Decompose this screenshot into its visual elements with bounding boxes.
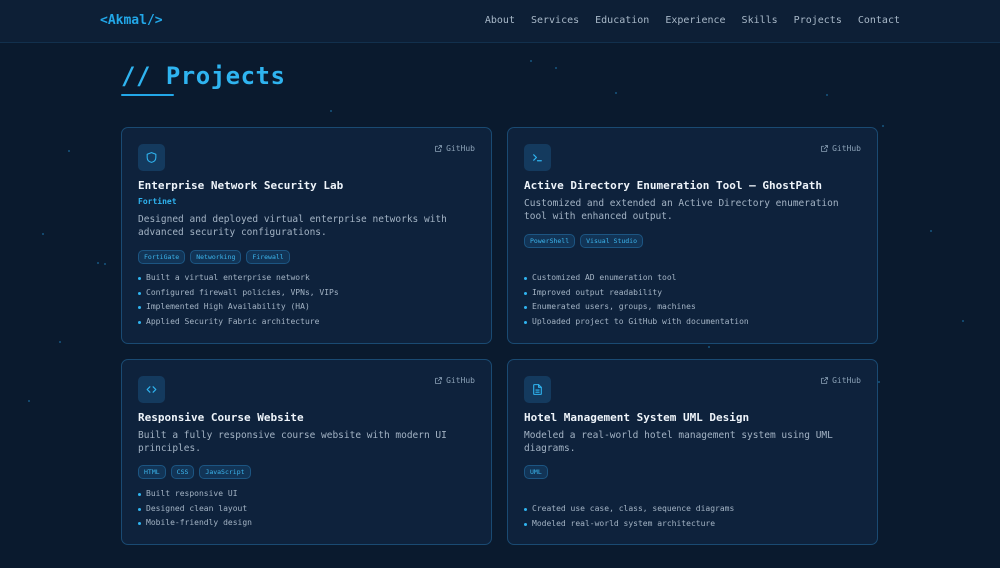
- list-item: Configured firewall policies, VPNs, VIPs: [138, 286, 339, 301]
- external-link-icon: [435, 377, 443, 384]
- nav-link-education[interactable]: Education: [595, 15, 649, 26]
- list-item: Mobile-friendly design: [138, 516, 252, 531]
- tag-list: FortiGate Networking Firewall: [138, 250, 290, 264]
- github-link[interactable]: GitHub: [434, 144, 475, 153]
- project-card: GitHub Responsive Course Website Built a…: [121, 359, 492, 545]
- list-item: Designed clean layout: [138, 502, 252, 517]
- tag: Networking: [190, 250, 242, 264]
- project-description: Designed and deployed virtual enterprise…: [138, 214, 447, 238]
- tag: FortiGate: [138, 250, 186, 264]
- github-label: GitHub: [832, 144, 861, 153]
- list-item: Applied Security Fabric architecture: [138, 315, 339, 330]
- tag: JavaScript: [199, 465, 251, 479]
- external-link-icon: [821, 145, 829, 152]
- list-item: Enumerated users, groups, machines: [524, 300, 749, 315]
- external-link-icon: [435, 145, 443, 152]
- project-card: GitHub Active Directory Enumeration Tool…: [507, 127, 878, 344]
- list-item: Customized AD enumeration tool: [524, 271, 749, 286]
- project-description: Modeled a real-world hotel management sy…: [524, 430, 833, 454]
- navbar: <Akmal/> About Services Education Experi…: [0, 0, 1000, 43]
- nav-links: About Services Education Experience Skil…: [485, 15, 900, 26]
- list-item: Built a virtual enterprise network: [138, 271, 339, 286]
- list-item: Uploaded project to GitHub with document…: [524, 315, 749, 330]
- nav-link-experience[interactable]: Experience: [665, 15, 725, 26]
- bullet-list: Created use case, class, sequence diagra…: [524, 502, 734, 531]
- bullet-list: Customized AD enumeration tool Improved …: [524, 271, 749, 329]
- logo[interactable]: <Akmal/>: [100, 13, 163, 28]
- nav-link-about[interactable]: About: [485, 15, 515, 26]
- project-title: Active Directory Enumeration Tool – Ghos…: [524, 179, 823, 192]
- github-link[interactable]: GitHub: [820, 144, 861, 153]
- project-title: Responsive Course Website: [138, 411, 304, 424]
- project-description: Built a fully responsive course website …: [138, 430, 447, 454]
- tag-list: HTML CSS JavaScript: [138, 465, 251, 479]
- nav-link-skills[interactable]: Skills: [742, 15, 778, 26]
- list-item: Built responsive UI: [138, 487, 252, 502]
- project-org: Fortinet: [138, 197, 177, 206]
- github-label: GitHub: [446, 376, 475, 385]
- tag: Visual Studio: [580, 234, 644, 248]
- nav-link-projects[interactable]: Projects: [794, 15, 842, 26]
- section-title: // Projects: [121, 62, 286, 90]
- shield-icon: [138, 144, 165, 171]
- bullet-list: Built responsive UI Designed clean layou…: [138, 487, 252, 531]
- bullet-list: Built a virtual enterprise network Confi…: [138, 271, 339, 329]
- project-title: Enterprise Network Security Lab: [138, 179, 344, 192]
- project-card: GitHub Enterprise Network Security Lab F…: [121, 127, 492, 344]
- external-link-icon: [821, 377, 829, 384]
- project-title: Hotel Management System UML Design: [524, 411, 750, 424]
- project-card: GitHub Hotel Management System UML Desig…: [507, 359, 878, 545]
- github-label: GitHub: [446, 144, 475, 153]
- tag: CSS: [170, 465, 195, 479]
- github-link[interactable]: GitHub: [820, 376, 861, 385]
- list-item: Modeled real-world system architecture: [524, 517, 734, 532]
- tag: HTML: [138, 465, 166, 479]
- list-item: Created use case, class, sequence diagra…: [524, 502, 734, 517]
- tag: PowerShell: [524, 234, 576, 248]
- list-item: Improved output readability: [524, 286, 749, 301]
- tag: UML: [524, 465, 548, 479]
- github-label: GitHub: [832, 376, 861, 385]
- tag-list: UML: [524, 465, 548, 479]
- tag-list: PowerShell Visual Studio: [524, 234, 644, 248]
- project-description: Customized and extended an Active Direct…: [524, 198, 839, 222]
- terminal-icon: [524, 144, 551, 171]
- document-icon: [524, 376, 551, 403]
- title-underline: [121, 94, 174, 96]
- code-icon: [138, 376, 165, 403]
- github-link[interactable]: GitHub: [434, 376, 475, 385]
- nav-link-contact[interactable]: Contact: [858, 15, 900, 26]
- list-item: Implemented High Availability (HA): [138, 300, 339, 315]
- tag: Firewall: [246, 250, 290, 264]
- nav-link-services[interactable]: Services: [531, 15, 579, 26]
